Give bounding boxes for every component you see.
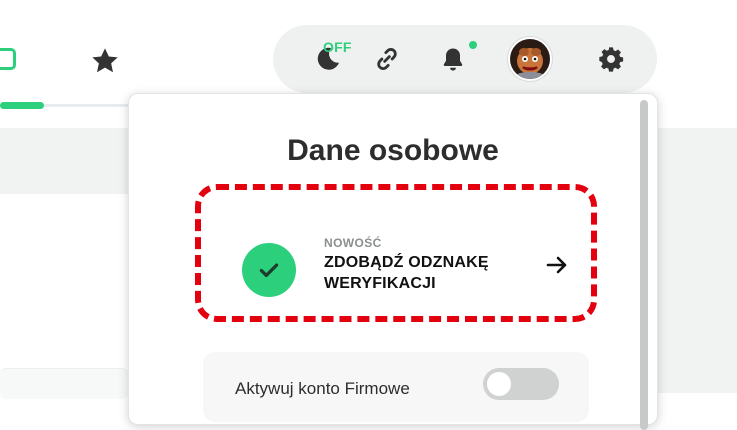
avatar-image: [510, 39, 550, 79]
background-card: [0, 368, 128, 399]
check-icon: [242, 243, 296, 297]
link-button[interactable]: [367, 25, 407, 93]
business-account-row: Aktywuj konto Firmowe: [203, 352, 589, 422]
scrollbar[interactable]: [640, 100, 648, 430]
new-badge: NOWOŚĆ: [324, 236, 382, 250]
settings-button[interactable]: [591, 25, 631, 93]
checkmark-icon: [259, 263, 279, 278]
top-action-bar: OFF: [273, 25, 657, 93]
user-dropdown-menu: Dane osobowe NOWOŚĆ ZDOBĄDŹ ODZNAKĘ WERY…: [128, 93, 658, 430]
business-account-toggle[interactable]: [483, 368, 559, 400]
tab-icon[interactable]: [0, 48, 16, 70]
dark-mode-status: OFF: [323, 39, 352, 55]
verification-card[interactable]: NOWOŚĆ ZDOBĄDŹ ODZNAKĘ WERYFIKACJI: [207, 196, 585, 310]
dropdown-title: Dane osobowe: [287, 134, 499, 167]
verification-highlight: NOWOŚĆ ZDOBĄDŹ ODZNAKĘ WERYFIKACJI: [195, 184, 597, 322]
gear-icon: [599, 47, 624, 72]
notifications-button[interactable]: [433, 25, 473, 93]
link-icon: [377, 48, 397, 70]
dark-mode-toggle[interactable]: [300, 25, 356, 93]
background-content: [0, 194, 128, 394]
avatar[interactable]: [508, 37, 552, 81]
verification-title: ZDOBĄDŹ ODZNAKĘ WERYFIKACJI: [324, 254, 489, 292]
notification-dot: [469, 41, 477, 49]
bell-icon: [443, 48, 463, 71]
background-panel: [0, 128, 128, 194]
arrow-right-icon: [546, 256, 567, 274]
business-account-label: Aktywuj konto Firmowe: [235, 379, 410, 398]
background-panel-right: [656, 128, 737, 393]
toggle-knob: [487, 372, 511, 396]
active-tab-indicator: [0, 102, 44, 109]
star-icon[interactable]: [89, 45, 121, 77]
